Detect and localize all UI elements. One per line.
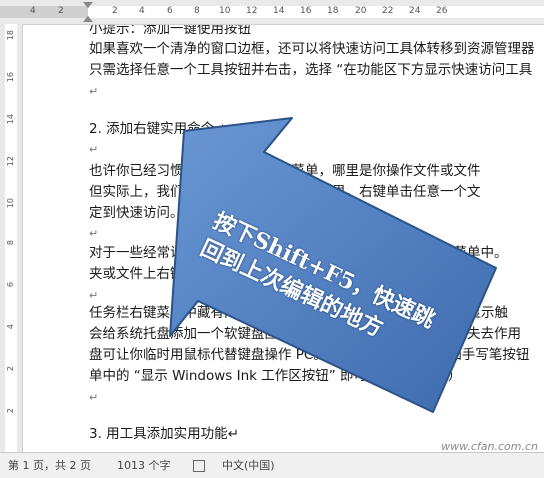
proofing-icon[interactable]	[193, 460, 205, 472]
language-indicator[interactable]: 中文(中国)	[222, 453, 275, 478]
status-bar: 第 1 页，共 2 页 1013 个字 中文(中国)	[0, 452, 544, 478]
page-count[interactable]: 第 1 页，共 2 页	[8, 453, 91, 478]
word-count[interactable]: 1013 个字	[117, 453, 171, 478]
